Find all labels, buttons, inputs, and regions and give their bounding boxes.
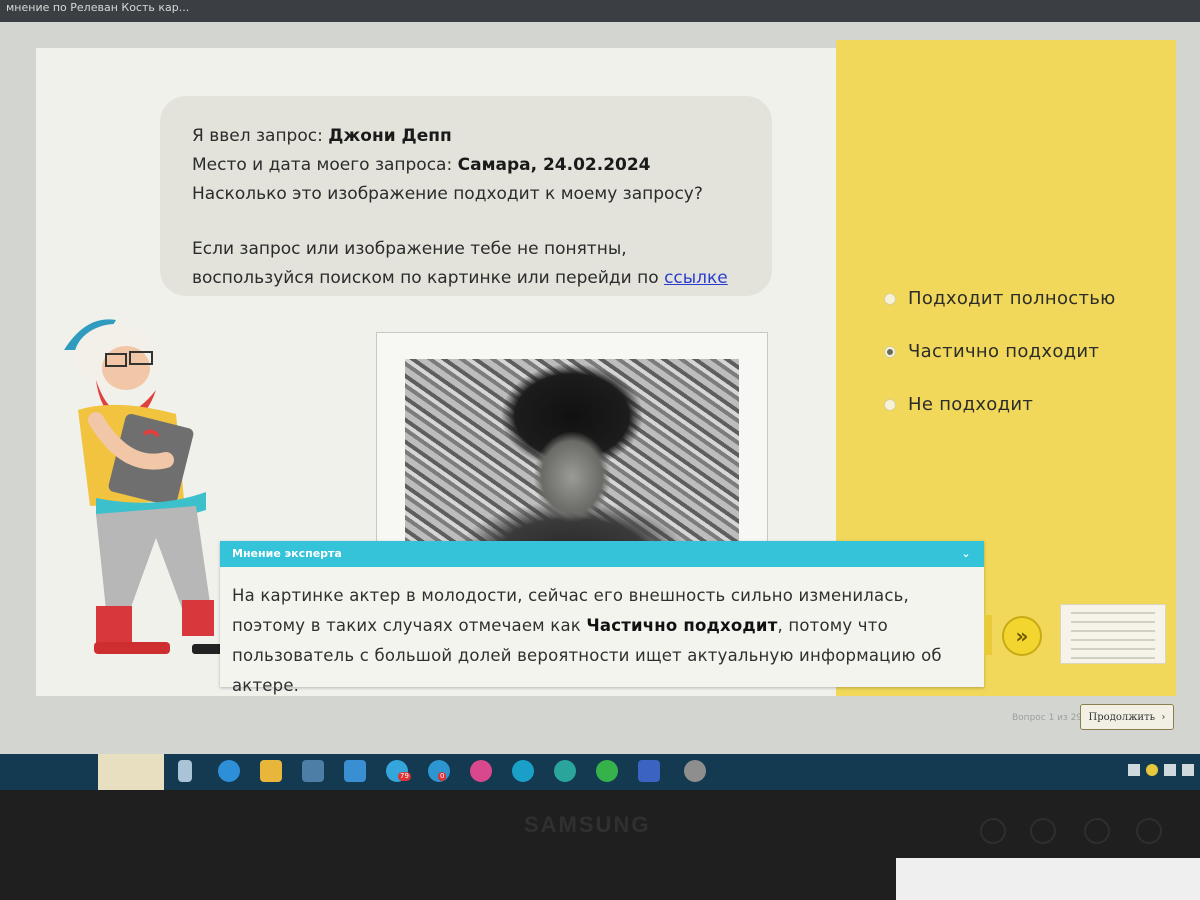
expert-opinion-text: На картинке актер в молодости, сейчас ег… <box>220 567 984 715</box>
answer-options: Подходит полностью Частично подходит Не … <box>884 272 1164 431</box>
chevron-right-icon: › <box>1158 712 1166 723</box>
arduino-icon[interactable] <box>554 760 576 782</box>
monitor-button[interactable] <box>1030 818 1056 844</box>
place-line: Место и дата моего запроса: Самара, 24.0… <box>192 151 740 180</box>
option-partially-relevant[interactable]: Частично подходит <box>884 325 1164 378</box>
question-counter: Вопрос 1 из 29 <box>1012 713 1083 723</box>
task-view-icon[interactable] <box>178 760 192 782</box>
chevron-down-icon[interactable]: ⌄ <box>958 541 974 567</box>
settings-app-icon[interactable] <box>684 760 706 782</box>
place-value: Самара, 24.02.2024 <box>457 155 651 175</box>
monitor-button[interactable] <box>1084 818 1110 844</box>
preview-thumbnail[interactable] <box>1060 604 1166 664</box>
query-value: Джони Депп <box>328 126 452 146</box>
expert-opinion-header[interactable]: Мнение эксперта ⌄ <box>220 541 984 567</box>
browser-tab-title[interactable]: мнение по Релеван Кость кар... <box>0 0 1200 22</box>
taskbar-start-image[interactable] <box>98 754 164 790</box>
browser-icon[interactable] <box>596 760 618 782</box>
radio-button-selected[interactable] <box>884 345 896 358</box>
double-chevron-right-icon[interactable]: » <box>1002 616 1042 656</box>
store-icon[interactable] <box>302 760 324 782</box>
query-label: Я ввел запрос: <box>192 126 323 146</box>
windows-taskbar: 79 0 <box>0 754 1200 790</box>
app-icon[interactable] <box>470 760 492 782</box>
radio-button[interactable] <box>884 398 896 411</box>
mail-icon[interactable] <box>344 760 366 782</box>
monitor-button[interactable] <box>980 818 1006 844</box>
image-frame <box>376 332 768 550</box>
continue-label: Продолжить <box>1088 712 1156 723</box>
option-fully-relevant[interactable]: Подходит полностью <box>884 272 1164 325</box>
query-line: Я ввел запрос: Джони Депп <box>192 122 740 151</box>
expert-opinion-panel: Мнение эксперта ⌄ На картинке актер в мо… <box>220 541 984 695</box>
question-text: Насколько это изображение подходит к мое… <box>192 184 703 204</box>
option-label: Подходит полностью <box>908 288 1116 309</box>
radio-button[interactable] <box>884 292 896 305</box>
telegram-badge: 79 <box>398 772 411 781</box>
expert-text-bold: Частично подходит <box>586 616 778 635</box>
continue-button[interactable]: Продолжить › <box>1080 704 1174 730</box>
monitor-brand-logo: SAMSUNG <box>524 812 651 837</box>
query-image <box>405 359 739 549</box>
chevron-up-icon[interactable] <box>1128 764 1140 776</box>
option-label: Частично подходит <box>908 341 1100 362</box>
edge-icon[interactable] <box>218 760 240 782</box>
chrome-icon[interactable] <box>512 760 534 782</box>
partial-button-edge[interactable] <box>984 615 992 655</box>
help-text: Если запрос или изображение тебе не поня… <box>192 239 659 288</box>
network-icon[interactable] <box>1164 764 1176 776</box>
speaker-icon[interactable] <box>1182 764 1194 776</box>
system-tray <box>1128 764 1194 776</box>
help-text-line: Если запрос или изображение тебе не поня… <box>192 235 740 293</box>
desk-surface <box>896 858 1200 900</box>
save-icon[interactable] <box>638 760 660 782</box>
option-not-relevant[interactable]: Не подходит <box>884 378 1164 431</box>
place-label: Место и дата моего запроса: <box>192 155 453 175</box>
file-explorer-icon[interactable] <box>260 760 282 782</box>
help-link[interactable]: ссылке <box>664 268 728 288</box>
prompt-bubble: Я ввел запрос: Джони Депп Место и дата м… <box>160 96 772 296</box>
power-icon[interactable] <box>1136 818 1162 844</box>
option-label: Не подходит <box>908 394 1034 415</box>
monitor-screen: мнение по Релеван Кость кар... Я ввел за… <box>0 0 1200 790</box>
expert-opinion-title: Мнение эксперта <box>232 547 342 560</box>
gnome-mascot-illustration <box>64 319 226 654</box>
tray-app-icon[interactable] <box>1146 764 1158 776</box>
